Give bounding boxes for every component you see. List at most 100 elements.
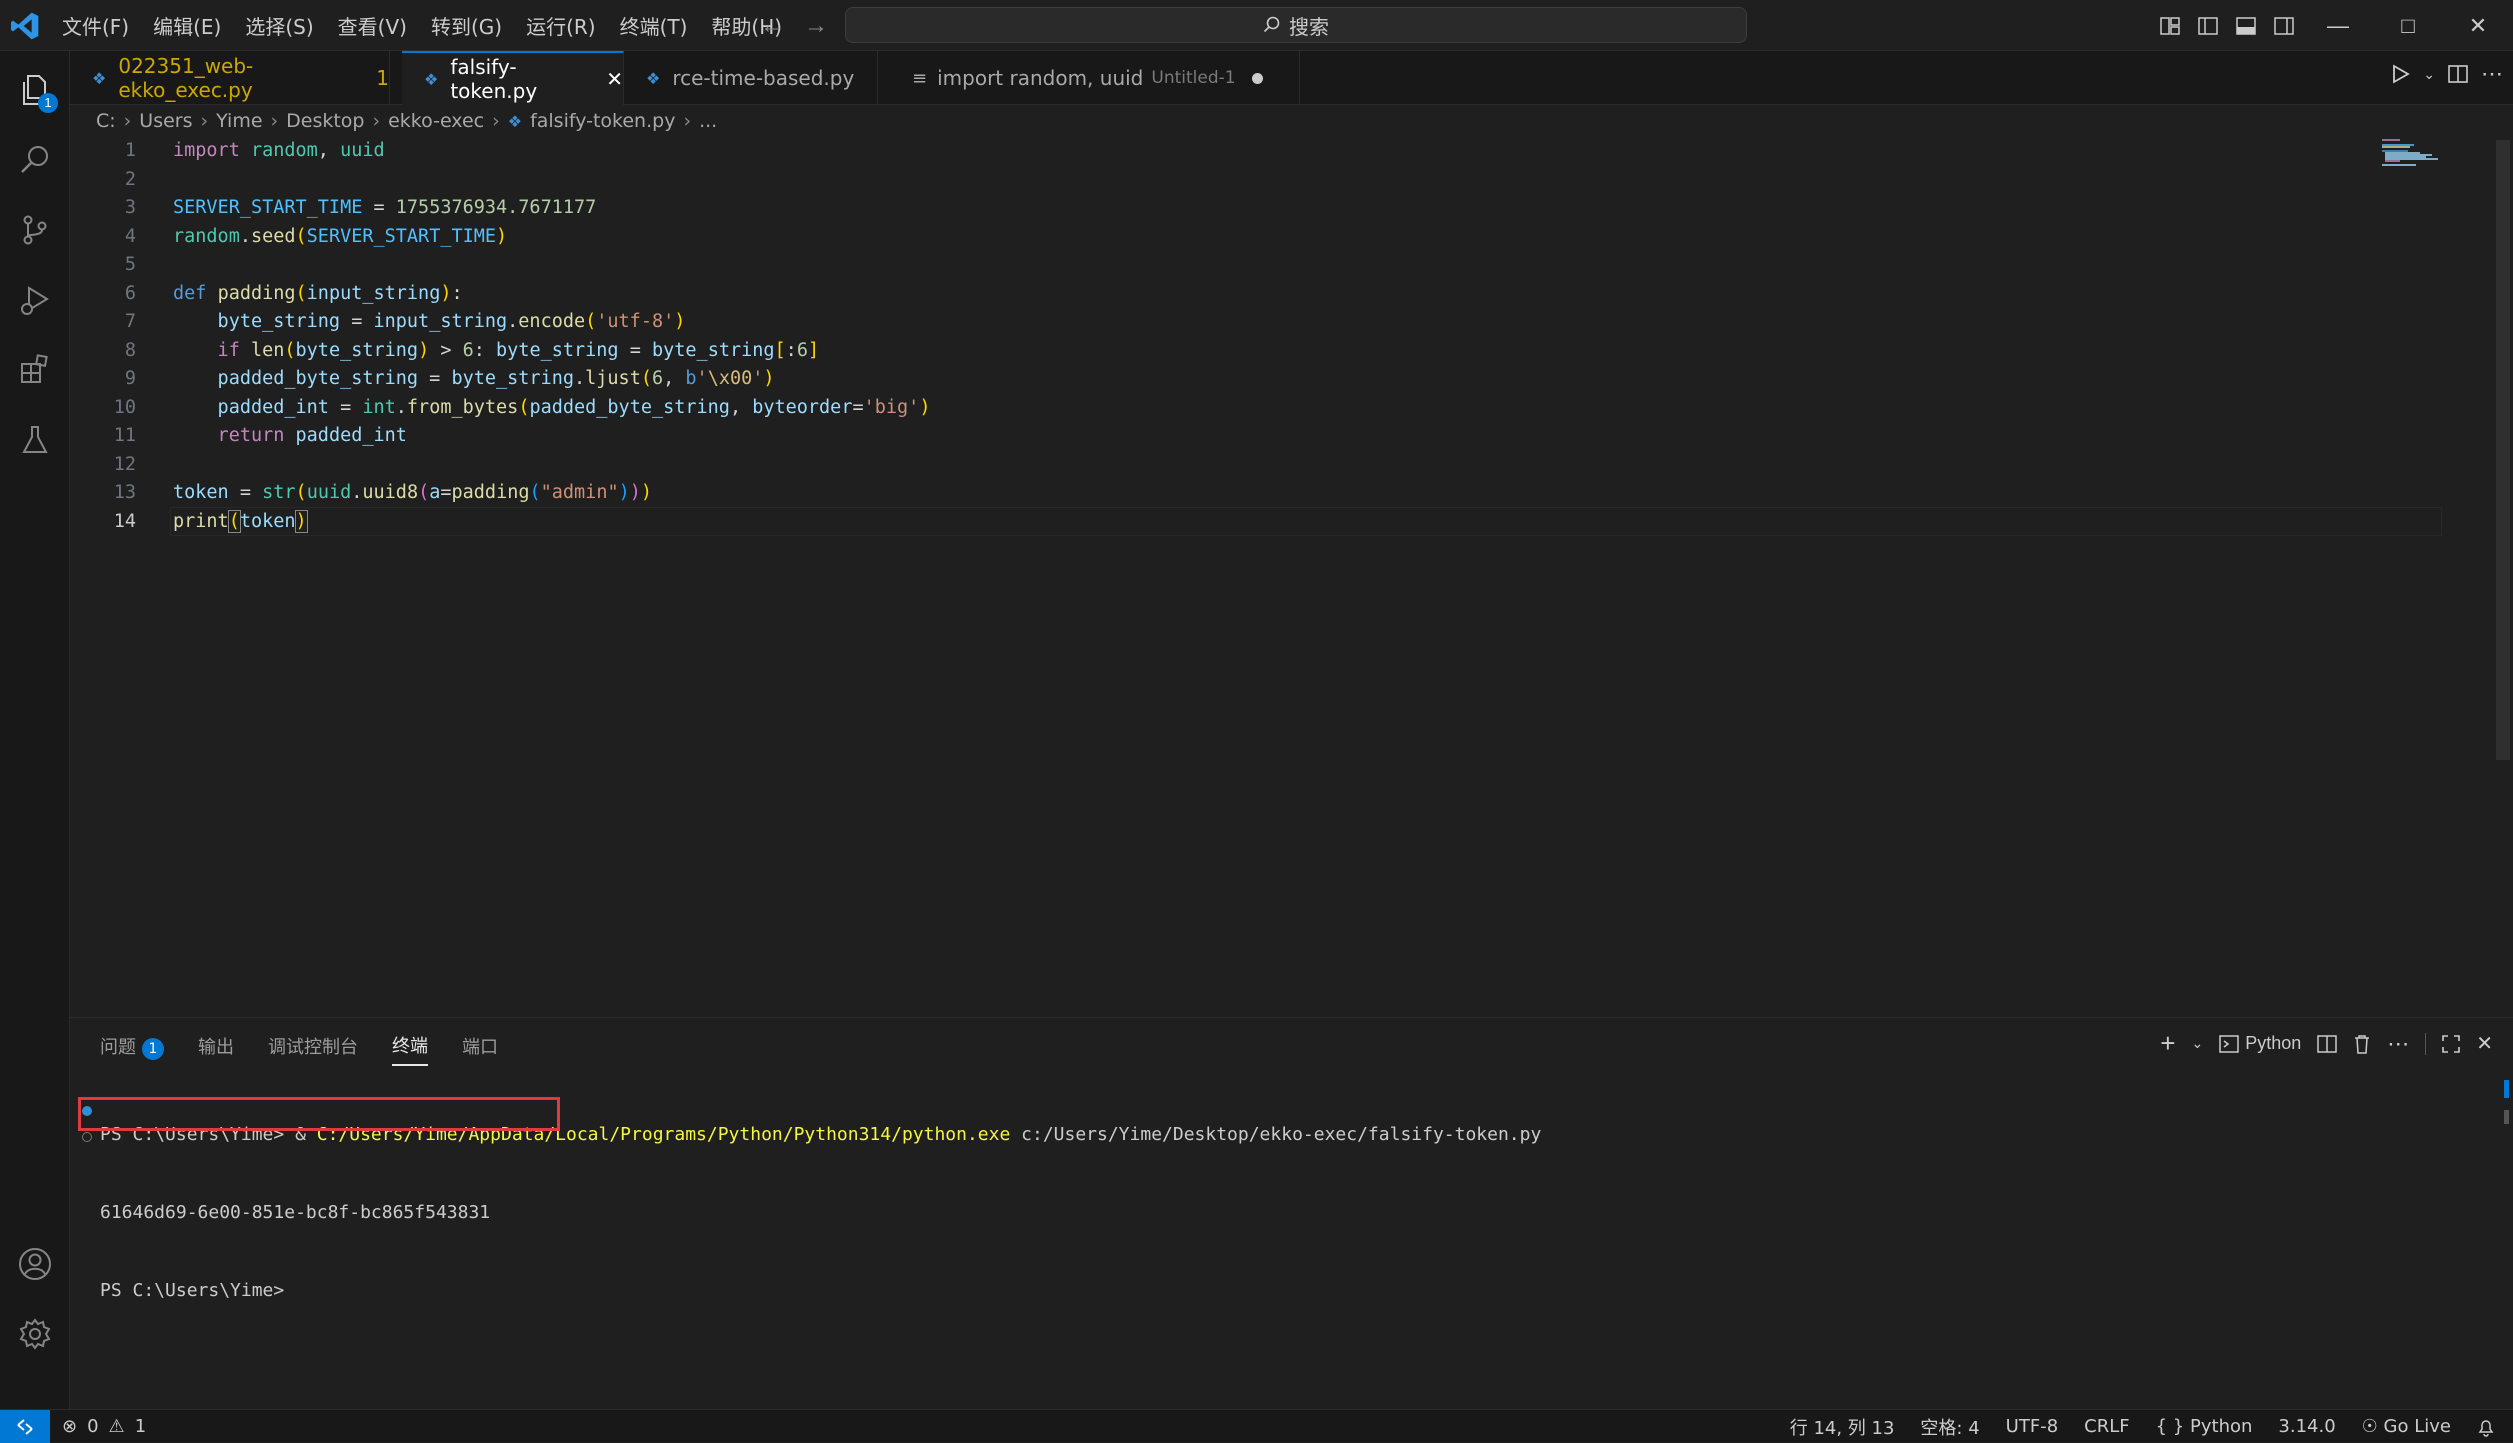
menu-file[interactable]: 文件(F) xyxy=(62,11,129,40)
problems-badge: 1 xyxy=(142,1037,164,1060)
maximize-button[interactable]: □ xyxy=(2373,0,2443,51)
tab-ports[interactable]: 端口 xyxy=(462,1033,498,1065)
tab-terminal[interactable]: 终端 xyxy=(392,1032,428,1066)
customize-layout-icon[interactable] xyxy=(2151,7,2189,45)
breadcrumb-item[interactable]: ekko-exec xyxy=(388,110,484,132)
new-terminal-plus-icon[interactable]: + xyxy=(2160,1028,2175,1059)
breadcrumb-item[interactable]: Desktop xyxy=(286,110,364,132)
search-view-icon[interactable] xyxy=(14,139,56,181)
minimize-button[interactable]: — xyxy=(2303,0,2373,51)
terminal-icon xyxy=(2219,1034,2239,1053)
language-mode[interactable]: { } Python xyxy=(2156,1416,2253,1437)
go-live-button[interactable]: ☉ Go Live xyxy=(2362,1416,2451,1437)
vscode-window: 文件(F) 编辑(E) 选择(S) 查看(V) 转到(G) 运行(R) 终端(T… xyxy=(0,0,2513,1443)
tab-debug-console[interactable]: 调试控制台 xyxy=(268,1033,358,1065)
more-actions-icon[interactable]: ⋯ xyxy=(2481,61,2503,87)
terminal-shell-selector[interactable]: Python xyxy=(2219,1033,2301,1054)
error-icon: ⊗ xyxy=(62,1416,78,1437)
close-window-button[interactable]: ✕ xyxy=(2443,0,2513,51)
tab-rce-time-based[interactable]: ❖ rce-time-based.py xyxy=(624,51,878,105)
indentation[interactable]: 空格: 4 xyxy=(1920,1414,1979,1440)
explorer-icon[interactable]: 1 xyxy=(14,69,58,113)
chevron-right-icon: › xyxy=(372,110,381,132)
menu-run[interactable]: 运行(R) xyxy=(526,11,596,40)
tab-label: 022351_web-ekko_exec.py xyxy=(118,54,254,102)
menu-go[interactable]: 转到(G) xyxy=(431,11,502,40)
python-file-icon: ❖ xyxy=(646,68,661,88)
remote-indicator[interactable] xyxy=(0,1410,50,1443)
menu-terminal[interactable]: 终端(T) xyxy=(620,11,688,40)
split-terminal-icon[interactable] xyxy=(2317,1034,2337,1053)
chevron-right-icon: › xyxy=(270,110,279,132)
code-line: 11 return padded_int xyxy=(113,425,407,446)
tab-falsify-token[interactable]: ❖ falsify-token.py ✕ xyxy=(402,51,624,105)
tab-label: rce-time-based.py xyxy=(672,66,855,90)
breadcrumb-item[interactable]: falsify-token.py xyxy=(530,110,675,132)
problems-status[interactable]: ⊗ 0 ⚠ 1 xyxy=(62,1410,146,1443)
maximize-panel-icon[interactable] xyxy=(2442,1034,2461,1053)
minimap[interactable] xyxy=(2380,137,2460,167)
menu-edit[interactable]: 编辑(E) xyxy=(153,11,221,40)
terminal-scroll-marker xyxy=(2504,1080,2509,1098)
tab-untitled-1[interactable]: ≡ import random, uuid Untitled-1 xyxy=(890,51,1300,105)
close-tab-icon[interactable]: ✕ xyxy=(606,67,623,91)
tab-problem-count: 1 xyxy=(376,66,389,90)
activity-bar: 1 xyxy=(0,51,70,1409)
source-control-icon[interactable] xyxy=(14,209,56,251)
breadcrumb-item[interactable]: ... xyxy=(699,110,717,132)
menu-selection[interactable]: 选择(S) xyxy=(245,11,313,40)
tab-problems[interactable]: 问题 1 xyxy=(100,1033,164,1066)
toggle-secondary-sidebar-icon[interactable] xyxy=(2265,7,2303,45)
divider xyxy=(2425,1032,2427,1055)
run-debug-icon[interactable] xyxy=(14,279,56,321)
terminal-output-line: 61646d69-6e00-851e-bc8f-bc865f543831 xyxy=(100,1202,491,1223)
terminal-dropdown-chevron-icon[interactable]: ⌄ xyxy=(2191,1035,2203,1052)
cursor-position[interactable]: 行 14, 列 13 xyxy=(1790,1414,1895,1440)
breadcrumb-item[interactable]: C: xyxy=(96,110,116,132)
explorer-badge: 1 xyxy=(38,93,58,113)
file-encoding[interactable]: UTF-8 xyxy=(2006,1416,2058,1437)
python-file-icon: ❖ xyxy=(507,111,523,131)
split-editor-icon[interactable] xyxy=(2447,63,2469,85)
run-python-file-icon[interactable] xyxy=(2389,63,2411,85)
close-panel-icon[interactable]: ✕ xyxy=(2476,1031,2493,1056)
tab-output[interactable]: 输出 xyxy=(198,1033,234,1065)
accounts-icon[interactable] xyxy=(14,1243,56,1285)
toggle-panel-icon[interactable] xyxy=(2227,7,2265,45)
testing-flask-icon[interactable] xyxy=(14,419,56,461)
title-bar: 文件(F) 编辑(E) 选择(S) 查看(V) 转到(G) 运行(R) 终端(T… xyxy=(0,0,2513,51)
breadcrumb-item[interactable]: Yime xyxy=(216,110,262,132)
vscode-logo-icon xyxy=(11,12,39,40)
code-line: 5 xyxy=(124,254,136,275)
end-of-line[interactable]: CRLF xyxy=(2084,1416,2129,1437)
unsaved-dot-icon xyxy=(1251,72,1263,84)
chevron-right-icon: › xyxy=(123,110,132,132)
search-placeholder: 搜索 xyxy=(1289,14,1329,39)
run-dropdown-chevron-icon[interactable]: ⌄ xyxy=(2423,66,2435,83)
python-file-icon: ❖ xyxy=(92,68,107,88)
output-highlight-box xyxy=(78,1097,560,1131)
chevron-right-icon: › xyxy=(492,110,500,132)
kill-terminal-trash-icon[interactable] xyxy=(2353,1034,2371,1054)
menu-view[interactable]: 查看(V) xyxy=(338,11,407,40)
chevron-right-icon: › xyxy=(200,110,209,132)
forward-arrow-icon[interactable]: → xyxy=(804,12,828,40)
breadcrumb-item[interactable]: Users xyxy=(139,110,192,132)
tab-label: falsify-token.py xyxy=(450,55,538,103)
editor-scrollbar[interactable] xyxy=(2496,140,2510,760)
panel-more-icon[interactable]: ⋯ xyxy=(2387,1031,2409,1057)
code-line: 2 xyxy=(124,168,136,190)
code-line: 7 byte_string = input_string.encode('utf… xyxy=(124,311,686,332)
settings-gear-icon[interactable] xyxy=(14,1313,56,1355)
back-arrow-icon[interactable]: ← xyxy=(760,12,784,40)
notifications-bell-icon[interactable] xyxy=(2477,1417,2495,1437)
code-line: 6 def padding(input_string): xyxy=(124,282,463,304)
code-editor[interactable]: 1 import random, uuid 2 3 SERVER_START_TIM… xyxy=(70,137,2513,1017)
tab-web-ekko-exec[interactable]: ❖ 022351_web-ekko_exec.py 1 xyxy=(70,51,390,105)
command-center-search[interactable]: 搜索 xyxy=(845,7,1747,43)
code-line: 13 token = str(uuid.uuid8(a=padding("admi… xyxy=(113,482,653,503)
tab-label: import random, uuid xyxy=(937,66,1144,90)
python-interpreter-version[interactable]: 3.14.0 xyxy=(2278,1416,2335,1437)
extensions-icon[interactable] xyxy=(14,349,56,391)
toggle-primary-sidebar-icon[interactable] xyxy=(2189,7,2227,45)
